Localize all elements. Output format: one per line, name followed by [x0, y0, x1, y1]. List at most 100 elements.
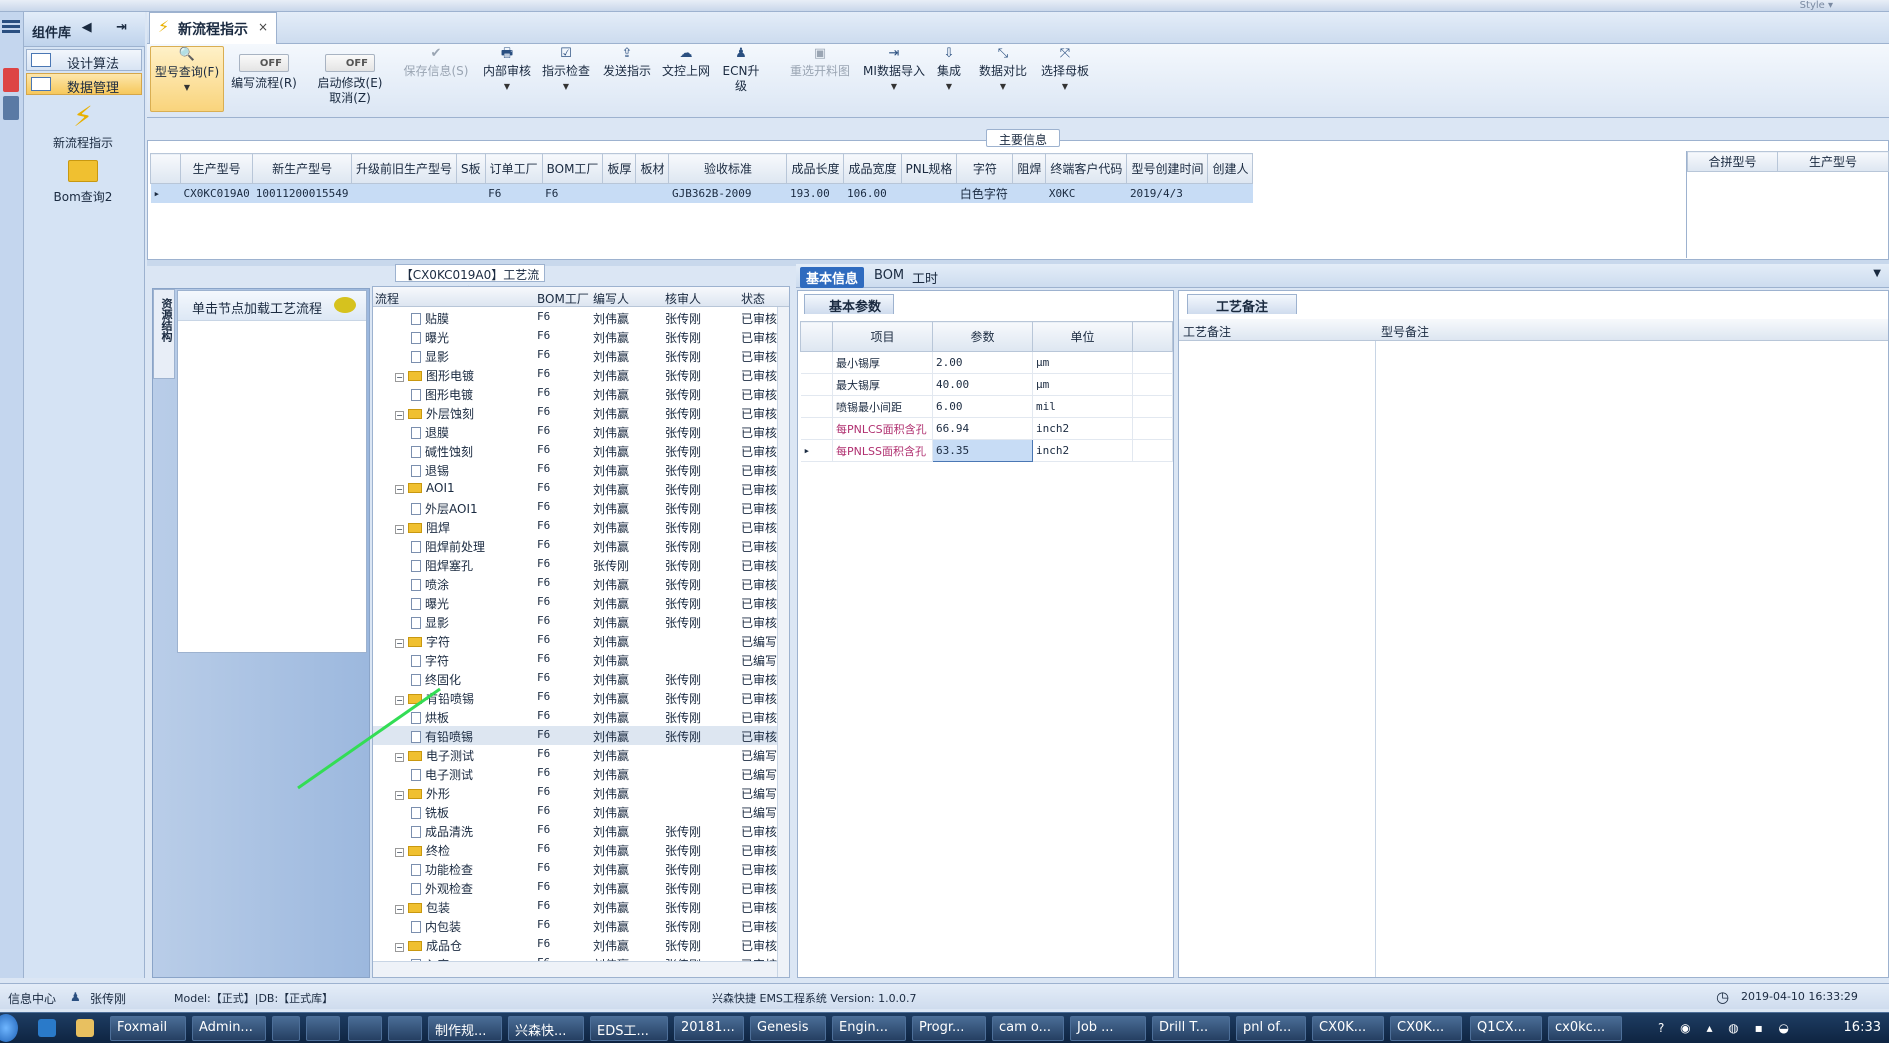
tree-node[interactable]: 内包装 [411, 918, 461, 935]
process-note-field[interactable] [1181, 343, 1371, 973]
table-cell[interactable] [456, 183, 486, 203]
table-cell[interactable] [351, 183, 457, 203]
write-flow-button[interactable]: OFF 编写流程(R) [229, 46, 299, 112]
tree-node[interactable]: 碱性蚀刻 [411, 443, 473, 460]
ecn-upgrade-button[interactable]: ♟ ECN升级 [717, 46, 765, 112]
tree-row[interactable]: 阻焊前处理 F6 刘伟赢 张传刚 已审核 [373, 536, 789, 555]
table-cell[interactable]: GJB362B-2009 [668, 183, 787, 203]
param-cell-value[interactable]: 63.35 [932, 439, 1033, 462]
table-cell[interactable]: 193.00 [786, 183, 844, 203]
tree-row[interactable]: 喷涂 F6 刘伟赢 张传刚 已审核 [373, 574, 789, 593]
column-header[interactable]: 阻焊 [1012, 153, 1047, 184]
tree-node[interactable]: 字符 [411, 652, 449, 669]
column-header[interactable]: 订单工厂 [484, 153, 543, 184]
tree-node[interactable]: − 成品仓 [395, 937, 462, 954]
taskbar-button[interactable]: Genesis [750, 1016, 826, 1041]
taskbar-button[interactable]: 20181... [674, 1016, 744, 1041]
send-instruction-button[interactable]: ⇪ 发送指示 [599, 46, 655, 112]
param-cell-item[interactable]: 最大锡厚 [832, 373, 933, 396]
column-header[interactable]: S板 [455, 153, 486, 184]
mi-data-import-button[interactable]: ⇥ MI数据导入 ▼ [861, 46, 927, 112]
table-row[interactable]: 最小锡厚 2.00 μm [800, 351, 1173, 374]
tree-row[interactable]: 外观检查 F6 刘伟赢 张传刚 已审核 [373, 878, 789, 897]
tree-row[interactable]: 字符 F6 刘伟赢 已编写 [373, 650, 789, 669]
explorer-icon[interactable] [76, 1019, 94, 1037]
tree-vertical-scrollbar[interactable] [777, 307, 789, 977]
style-menu[interactable]: Style ▾ [1800, 0, 1833, 11]
column-header[interactable]: BOM工厂 [541, 153, 604, 184]
tree-node[interactable]: − 终检 [395, 842, 450, 859]
select-master-board-button[interactable]: ⤧ 选择母板 ▼ [1035, 46, 1095, 112]
tree-row[interactable]: 显影 F6 刘伟赢 张传刚 已审核 [373, 346, 789, 365]
data-compare-button[interactable]: ⤡ 数据对比 ▼ [974, 46, 1032, 112]
param-cell-item[interactable]: 最小锡厚 [832, 351, 933, 374]
taskbar-button[interactable] [348, 1016, 382, 1041]
column-header[interactable]: 项目 [832, 321, 933, 352]
close-icon[interactable]: × [258, 20, 268, 34]
tree-row[interactable]: − 成品仓 F6 刘伟赢 张传刚 已审核 [373, 935, 789, 954]
tree-node[interactable]: 喷涂 [411, 576, 449, 593]
tree-row[interactable]: − 外层蚀刻 F6 刘伟赢 张传刚 已审核 [373, 403, 789, 422]
tree-horizontal-scrollbar[interactable] [373, 961, 777, 977]
table-cell[interactable]: 2019/4/3 [1126, 183, 1208, 203]
param-cell-item[interactable]: 喷锡最小间距 [832, 395, 933, 418]
tree-row[interactable]: 铣板 F6 刘伟赢 已编写 [373, 802, 789, 821]
tree-node[interactable]: 显影 [411, 614, 449, 631]
taskbar-button[interactable]: 制作规... [428, 1016, 502, 1041]
tree-node[interactable]: − 阻焊 [395, 519, 450, 536]
tree-node[interactable]: − 图形电镀 [395, 367, 474, 384]
tree-node[interactable]: 成品清洗 [411, 823, 473, 840]
table-cell[interactable]: 白色字符 [956, 183, 1013, 203]
desktop-item-bom-query[interactable]: Bom查询2 [28, 160, 138, 205]
taskbar-button[interactable]: CX0K... [1390, 1016, 1462, 1041]
tree-node[interactable]: 退膜 [411, 424, 449, 441]
expand-icon[interactable]: − [395, 943, 404, 952]
param-cell-item[interactable]: 每PNLSS面积含孔 [832, 439, 933, 462]
tree-node[interactable]: 退锡 [411, 462, 449, 479]
tab-basic-info[interactable]: 基本信息 [800, 267, 865, 288]
tree-row[interactable]: − AOI1 F6 刘伟赢 张传刚 已审核 [373, 479, 789, 498]
tray-icons[interactable]: ? ◉ ▴ ◍ ▪ ◒ [1658, 1021, 1795, 1035]
table-cell[interactable]: F6 [542, 183, 603, 203]
start-button[interactable] [0, 1014, 18, 1042]
tree-node[interactable]: 阻焊前处理 [411, 538, 485, 555]
expand-icon[interactable]: − [395, 639, 404, 648]
expand-icon[interactable]: − [395, 411, 404, 420]
table-cell[interactable] [635, 183, 669, 203]
expand-icon[interactable]: − [395, 485, 404, 494]
tree-row[interactable]: 退锡 F6 刘伟赢 张传刚 已审核 [373, 460, 789, 479]
tree-node[interactable]: − 外层蚀刻 [395, 405, 474, 422]
taskbar-button[interactable]: pnl of... [1236, 1016, 1306, 1041]
integrate-button[interactable]: ⇩ 集成 ▼ [927, 46, 971, 112]
start-modify-toggle[interactable]: OFF [325, 54, 375, 72]
table-row[interactable]: 最大锡厚 40.00 μm [800, 373, 1173, 396]
tree-row[interactable]: 内包装 F6 刘伟赢 张传刚 已审核 [373, 916, 789, 935]
param-cell-unit[interactable]: inch2 [1032, 439, 1133, 462]
info-center-link[interactable]: 信息中心 [8, 990, 56, 1007]
expand-icon[interactable]: − [395, 373, 404, 382]
tree-node[interactable]: 外观检查 [411, 880, 473, 897]
column-header[interactable]: 生产型号 [179, 153, 254, 184]
param-cell-unit[interactable]: mil [1032, 395, 1133, 418]
param-cell-value[interactable]: 2.00 [932, 351, 1033, 374]
column-header[interactable]: 参数 [932, 321, 1033, 352]
taskbar-button[interactable]: Engin... [832, 1016, 906, 1041]
tree-row[interactable]: − 字符 F6 刘伟赢 已编写 [373, 631, 789, 650]
tree-row[interactable]: − 图形电镀 F6 刘伟赢 张传刚 已审核 [373, 365, 789, 384]
tree-node[interactable]: 阻焊塞孔 [411, 557, 473, 574]
tree-node[interactable]: 贴膜 [411, 310, 449, 327]
tree-row[interactable]: 外层AOI1 F6 刘伟赢 张传刚 已审核 [373, 498, 789, 517]
tool-icon[interactable] [3, 96, 19, 120]
sidebar-item-data-management[interactable]: 数据管理 [26, 73, 142, 96]
internal-review-button[interactable]: 🖶 内部审核 ▼ [479, 46, 535, 112]
param-cell-value[interactable]: 66.94 [932, 417, 1033, 440]
start-modify-button[interactable]: OFF 启动修改(E) 取消(Z) [312, 46, 388, 112]
param-cell-value[interactable]: 6.00 [932, 395, 1033, 418]
column-header[interactable]: 状态 [741, 290, 765, 307]
taskbar-button[interactable] [272, 1016, 300, 1041]
tree-row[interactable]: 阻焊塞孔 F6 张传刚 张传刚 已审核 [373, 555, 789, 574]
column-header[interactable]: 终端客户代码 [1045, 153, 1128, 184]
menu-icon[interactable] [2, 20, 20, 23]
taskbar-button[interactable]: 兴森快... [508, 1016, 584, 1041]
tree-node[interactable]: 功能检查 [411, 861, 473, 878]
